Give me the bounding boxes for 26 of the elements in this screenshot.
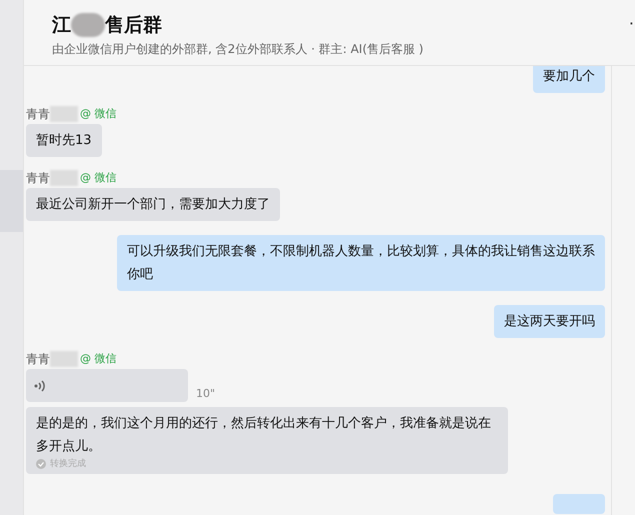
group-description: 由企业微信用户创建的外部群, 含2位外部联系人 · 群主: AI(售后客服 ) (52, 41, 424, 58)
voice-duration: 10" (196, 386, 216, 402)
wechat-tag: @ 微信 (80, 350, 116, 368)
sender-name: 青青 (26, 351, 50, 368)
sender-name: 青青 (26, 170, 50, 187)
more-button[interactable]: ·· (628, 12, 635, 36)
transcript-status: 转换完成 (50, 458, 86, 470)
message-bubble: 要加几个 (533, 66, 605, 93)
blurred-region (50, 351, 78, 367)
voice-message[interactable] (26, 369, 188, 402)
message-bubble: 暂时先13 (26, 124, 102, 157)
blurred-region (71, 13, 105, 37)
wechat-tag: @ 微信 (80, 106, 116, 122)
message-bubble: 可以升级我们无限套餐，不限制机器人数量，比较划算，具体的我让销售这边联系你吧 (117, 235, 605, 291)
sidebar-item[interactable] (0, 170, 23, 232)
message-bubble: 最近公司新开一个部门，需要加大力度了 (26, 188, 280, 221)
blurred-region (50, 106, 78, 122)
check-icon (36, 459, 46, 469)
group-title: 江 (52, 13, 71, 38)
transcript-text: 是的是的，我们这个月用的还行，然后转化出来有十几个客户，我准备就是说在多开点儿。 (36, 415, 492, 456)
message-bubble: 是这两天要开吗 (494, 305, 605, 338)
voice-icon (34, 378, 46, 392)
sender-name: 青青 (26, 106, 50, 123)
blurred-region (50, 170, 78, 186)
group-title: 售后群 (105, 13, 162, 38)
wechat-tag: @ 微信 (80, 170, 116, 186)
